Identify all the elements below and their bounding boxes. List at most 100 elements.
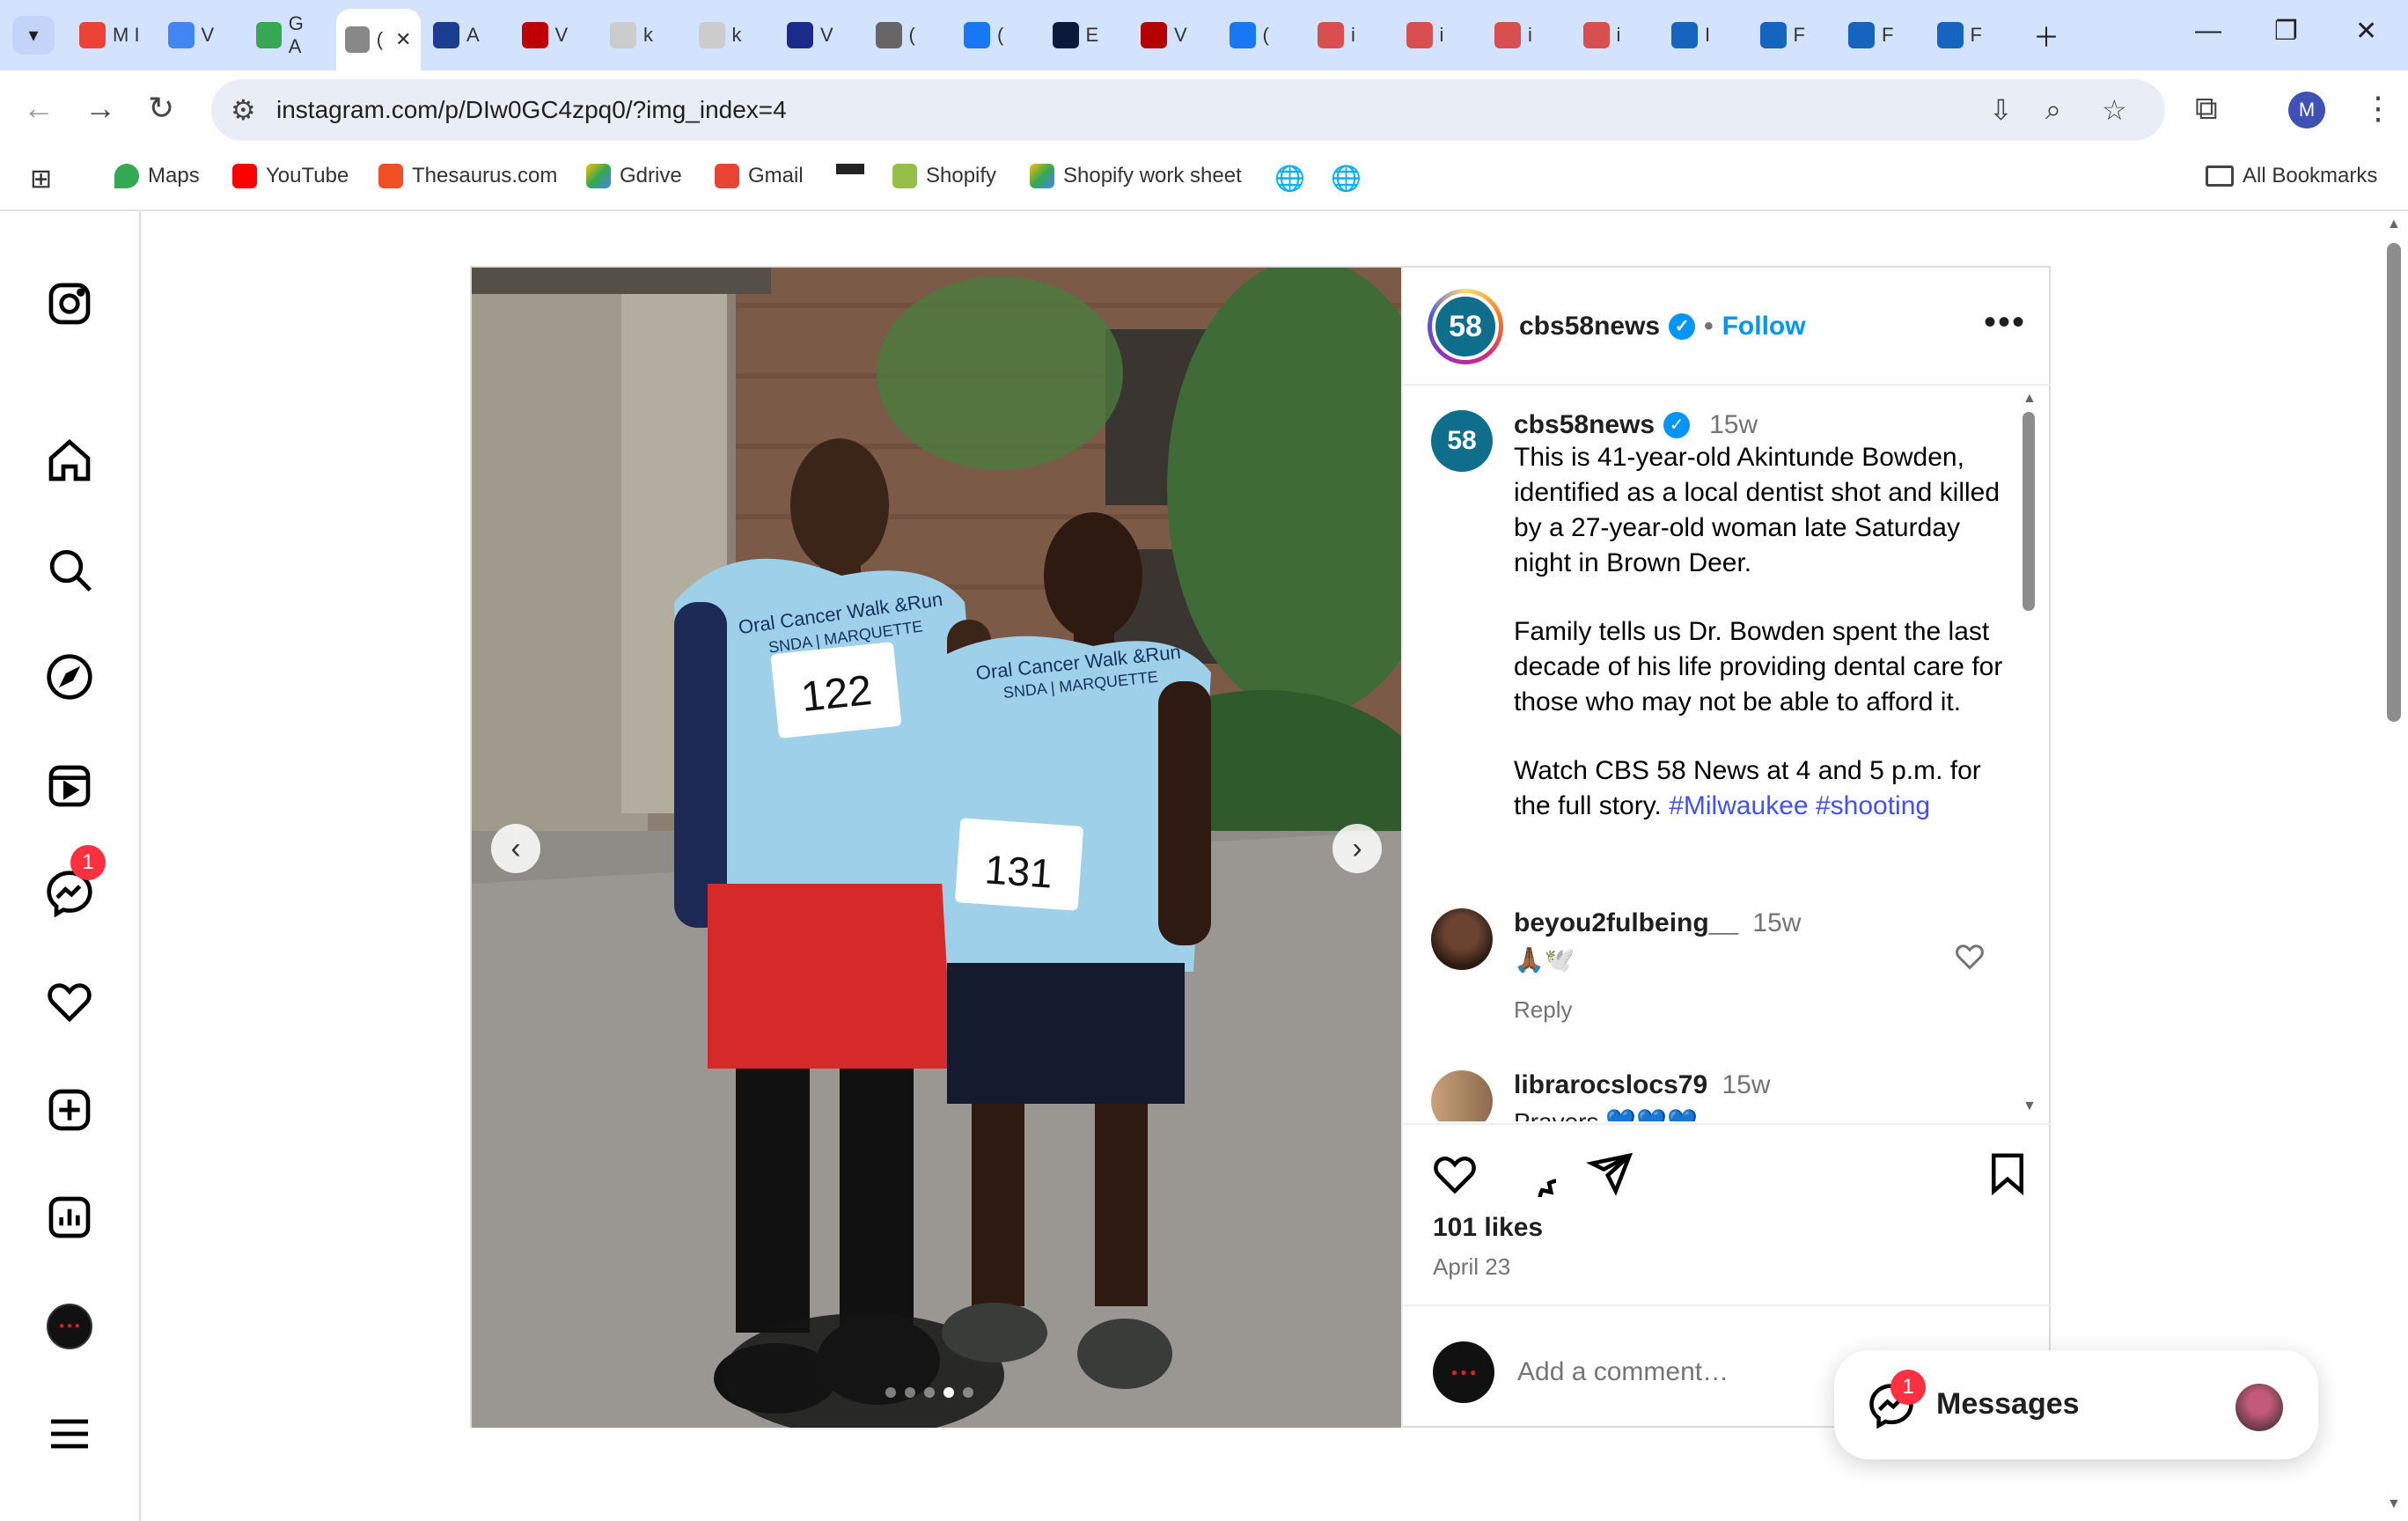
globe-icon[interactable]: 🌐 (1274, 164, 1305, 193)
profile-avatar[interactable]: M (2288, 92, 2325, 129)
carousel-dot (924, 1387, 935, 1398)
like-heart-icon[interactable] (1431, 1150, 1479, 1201)
browser-tab[interactable]: V (778, 12, 859, 58)
bookmark-shopify-sheet[interactable]: Shopify work sheet (1030, 164, 1242, 188)
notifications-heart-icon[interactable] (44, 975, 95, 1026)
messenger-icon[interactable]: 1 (44, 845, 106, 919)
browser-tab[interactable]: V (159, 12, 240, 58)
author-avatar[interactable]: 58 (1428, 289, 1503, 364)
bookmark-shopify[interactable]: Shopify (892, 164, 996, 188)
scrollbar-thumb[interactable] (2387, 243, 2401, 722)
browser-tab[interactable]: k (690, 12, 771, 58)
explore-compass-icon[interactable] (44, 651, 95, 702)
caption-username[interactable]: cbs58news (1514, 410, 1655, 440)
extensions-icon[interactable]: ⧉ (2195, 90, 2218, 128)
more-menu-icon[interactable] (44, 1408, 95, 1459)
browser-tab[interactable]: i (1575, 12, 1656, 58)
tab-title: k (643, 24, 653, 46)
tab-title: ( (997, 24, 1004, 46)
more-options-icon[interactable]: ••• (1984, 303, 2026, 342)
comment-bubble-icon[interactable] (1509, 1150, 1580, 1221)
author-username[interactable]: cbs58news (1519, 312, 1660, 342)
carousel-prev-button[interactable]: ‹ (491, 824, 540, 873)
browser-tab[interactable]: V (1132, 12, 1213, 58)
bookmark-youtube[interactable]: YouTube (232, 164, 349, 188)
browser-tab[interactable]: i (1398, 12, 1479, 58)
tab-search-button[interactable]: ▾ (12, 16, 55, 55)
gdrive-icon (586, 164, 611, 188)
browser-tab[interactable]: i (1486, 12, 1567, 58)
commenter-avatar[interactable] (1431, 908, 1493, 970)
carousel-next-button[interactable]: › (1332, 824, 1382, 873)
browser-tab[interactable]: ( (867, 12, 948, 58)
new-tab-button[interactable]: ＋ (2033, 16, 2059, 55)
profile-avatar-icon[interactable]: ● ● ● (44, 1301, 95, 1352)
browser-tab[interactable]: F (1928, 12, 2009, 58)
back-button[interactable]: ← (23, 90, 55, 127)
url-text[interactable]: instagram.com/p/DIw0GC4zpq0/?img_index=4 (276, 96, 787, 124)
reload-button[interactable]: ↻ (148, 90, 174, 127)
messages-widget[interactable]: 1 Messages (1834, 1350, 2318, 1459)
verified-badge-icon: ✓ (1663, 412, 1691, 438)
likes-count[interactable]: 101 likes (1433, 1213, 1543, 1243)
share-send-icon[interactable] (1585, 1150, 1633, 1201)
page-scrollbar[interactable]: ▲ ▼ (2380, 211, 2408, 1521)
browser-tab[interactable]: F (1839, 12, 1920, 58)
follow-button[interactable]: Follow (1722, 312, 1806, 342)
browser-tab[interactable]: M I (70, 12, 151, 58)
comment-username[interactable]: librarocslocs79 (1514, 1070, 1707, 1099)
browser-tab[interactable]: G A (247, 12, 328, 58)
messenger-badge: 1 (70, 845, 106, 880)
caption-avatar[interactable]: 58 (1431, 410, 1493, 472)
scrollbar-thumb[interactable] (2023, 412, 2035, 611)
address-bar[interactable]: ⚙ instagram.com/p/DIw0GC4zpq0/?img_index… (211, 79, 2165, 141)
like-comment-heart-icon[interactable] (1954, 940, 1986, 976)
bookmark-star-icon[interactable]: ☆ (2102, 93, 2127, 127)
bookmark-maps[interactable]: Maps (114, 164, 200, 188)
reels-icon[interactable] (44, 760, 95, 812)
bookmark-gdrive[interactable]: Gdrive (586, 164, 682, 188)
site-info-icon[interactable]: ⚙ (231, 93, 256, 127)
browser-tab[interactable]: ( (955, 12, 1036, 58)
browser-tab[interactable]: ( (1221, 12, 1302, 58)
save-bookmark-icon[interactable] (1984, 1150, 2031, 1201)
bookmark-thesaurus[interactable]: Thesaurus.com (378, 164, 557, 188)
dashboard-chart-icon[interactable] (44, 1192, 95, 1243)
create-plus-icon[interactable] (44, 1084, 95, 1135)
zoom-icon[interactable]: ⌕ (2045, 93, 2061, 127)
instagram-logo-icon[interactable] (44, 278, 95, 329)
browser-tab[interactable]: A (424, 12, 505, 58)
minimize-button[interactable]: — (2195, 16, 2221, 46)
browser-menu-icon[interactable]: ⋮ (2362, 90, 2394, 127)
reply-button[interactable]: Reply (1514, 996, 1572, 1024)
add-comment-input[interactable] (1517, 1352, 1887, 1392)
close-tab-icon[interactable]: ✕ (395, 28, 411, 51)
browser-tab[interactable]: k (601, 12, 682, 58)
browser-tab[interactable]: I (1663, 12, 1744, 58)
browser-tab[interactable]: F (1751, 12, 1832, 58)
apps-grid-icon[interactable]: ⊞ (30, 164, 52, 195)
browser-tab[interactable]: E (1044, 12, 1125, 58)
bookmark-gmail[interactable]: Gmail (715, 164, 804, 188)
comment-username[interactable]: beyou2fulbeing__ (1514, 908, 1738, 937)
commenter-avatar[interactable] (1431, 1070, 1493, 1121)
hashtag-link[interactable]: #shooting (1816, 791, 1930, 820)
maps-pin-icon (114, 164, 139, 188)
globe-icon[interactable]: 🌐 (1331, 164, 1362, 193)
home-icon[interactable] (44, 435, 95, 486)
browser-tab[interactable]: V (513, 12, 594, 58)
hashtag-link[interactable]: #Milwaukee (1669, 791, 1808, 820)
forward-button[interactable]: → (84, 90, 116, 127)
browser-tab[interactable]: i (1309, 12, 1390, 58)
comments-scrollbar[interactable]: ▲ ▼ (2019, 387, 2038, 1121)
folder-icon (2206, 165, 2234, 187)
install-app-icon[interactable]: ⇩ (1989, 93, 2013, 127)
all-bookmarks-button[interactable]: All Bookmarks (2206, 164, 2377, 188)
search-icon[interactable] (44, 544, 95, 595)
carousel-dot (905, 1387, 915, 1398)
browser-tab[interactable]: (✕ (335, 9, 421, 70)
close-window-button[interactable]: ✕ (2355, 16, 2377, 47)
tab-title: V (1174, 24, 1187, 46)
bookmark-bbc[interactable] (836, 164, 873, 174)
restore-button[interactable]: ❐ (2274, 16, 2298, 47)
